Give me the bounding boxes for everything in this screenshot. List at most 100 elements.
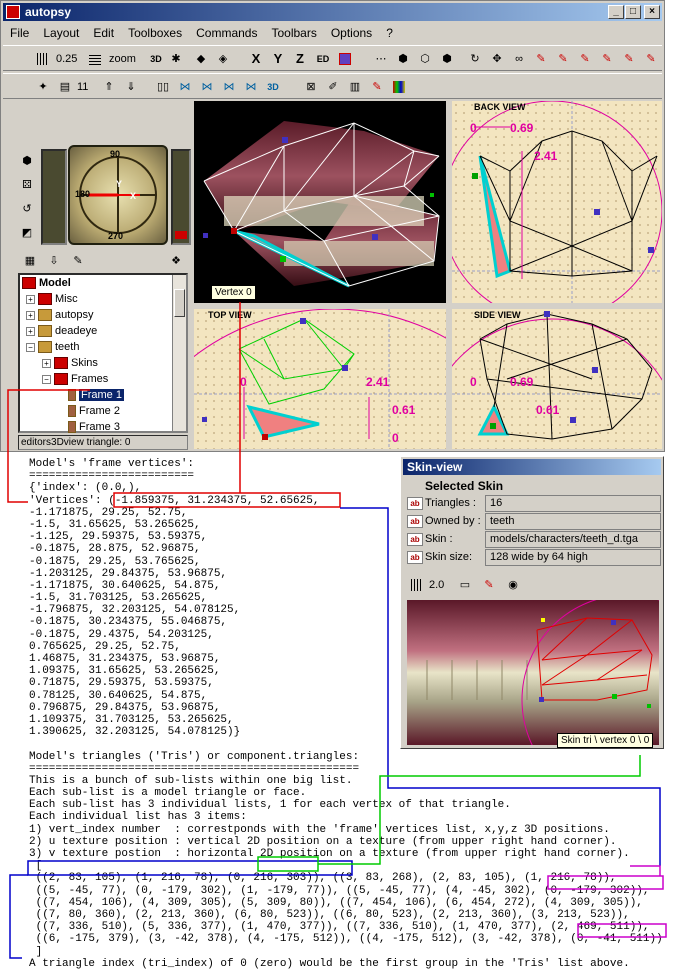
edit-tab-icon[interactable]: ✎	[68, 251, 88, 271]
skeleton-icon[interactable]: ⋈	[197, 77, 217, 97]
delete-icon[interactable]: ✎	[619, 49, 639, 69]
model-icon	[22, 277, 36, 290]
expand-icon[interactable]: +	[26, 310, 35, 320]
gear-icon[interactable]: ✱	[166, 49, 186, 69]
zoom-grid-icon[interactable]	[85, 49, 105, 69]
pencil-icon[interactable]: ✎	[367, 77, 387, 97]
menu-options[interactable]: Options	[324, 24, 379, 42]
close-button[interactable]: ×	[644, 5, 660, 19]
home-tab-icon[interactable]: ⇩	[44, 251, 64, 271]
3d-bone-icon[interactable]: 3D	[263, 77, 283, 97]
tree-node-frame-2[interactable]: Frame 2	[68, 405, 120, 418]
2d-icon[interactable]: ED	[313, 49, 333, 69]
menu-toolbars[interactable]: Toolbars	[264, 24, 323, 42]
zoom-slider-right[interactable]	[171, 149, 191, 245]
axis-x-button[interactable]: X	[246, 49, 266, 69]
skin-view-heading: Selected Skin	[425, 479, 504, 493]
axis-z-button[interactable]: Z	[290, 49, 310, 69]
merge-icon[interactable]: ✎	[531, 49, 551, 69]
tree-node-deadeye[interactable]: + deadeye	[26, 325, 97, 338]
compass-west: 180	[75, 189, 91, 199]
palette-icon[interactable]	[389, 77, 409, 97]
view-back[interactable]: BACK VIEW 0.69 2.41 0	[452, 101, 662, 303]
expand-icon[interactable]: +	[26, 326, 35, 336]
menu-edit[interactable]: Edit	[86, 24, 121, 42]
skin-texture-view[interactable]	[407, 600, 659, 745]
expand-icon[interactable]: +	[42, 358, 51, 368]
cube-icon[interactable]: ⬢	[393, 49, 413, 69]
maximize-button[interactable]: □	[625, 5, 641, 19]
3d-icon[interactable]: 3D	[146, 49, 166, 69]
cut-icon[interactable]: ✎	[641, 49, 661, 69]
cube-nav-icon[interactable]: ⬢	[17, 151, 37, 171]
book-icon[interactable]: ◈	[213, 49, 233, 69]
compass[interactable]: 90 180 270 Y X	[68, 145, 168, 245]
rotate-view-icon[interactable]: ↺	[17, 199, 37, 219]
monitor-icon[interactable]: ▭	[455, 575, 475, 595]
view-side[interactable]: SIDE VIEW 0.69 0.61 0	[452, 309, 662, 449]
cube-back-icon[interactable]: ◩	[17, 223, 37, 243]
view-3d[interactable]	[194, 101, 446, 303]
grid-icon[interactable]	[33, 49, 53, 69]
joint-icon[interactable]: ⋈	[219, 77, 239, 97]
skin-path-value[interactable]: models/characters/teeth_d.tga	[485, 531, 661, 548]
tree-node-frames[interactable]: − Frames	[42, 373, 108, 386]
frames-icon[interactable]: ▤	[55, 77, 75, 97]
rotate-icon[interactable]: ↻	[465, 49, 485, 69]
tree-scrollbar[interactable]	[172, 275, 186, 431]
tree-node-frame-1[interactable]: Frame 1	[68, 388, 125, 402]
link-icon[interactable]: ∞	[509, 49, 529, 69]
camera-icon[interactable]: ◆	[191, 49, 211, 69]
vertex-select-icon[interactable]: ⋯	[371, 49, 391, 69]
minimize-button[interactable]: _	[608, 5, 624, 19]
owned-by-value[interactable]: teeth	[485, 513, 661, 530]
weld-icon[interactable]: ✎	[597, 49, 617, 69]
tree-node-teeth[interactable]: − teeth	[26, 341, 79, 354]
options-tab-icon[interactable]: ❖	[166, 251, 186, 271]
arrow-up-icon[interactable]: ⇑	[99, 77, 119, 97]
menu-file[interactable]: File	[3, 24, 36, 42]
tree-node-model[interactable]: Model	[22, 277, 71, 290]
menu-layout[interactable]: Layout	[36, 24, 86, 42]
move-icon[interactable]: ✥	[487, 49, 507, 69]
model-tree: Model + Misc + autopsy + deadeye − teeth + Sk…	[18, 273, 188, 434]
frame-count: 11	[77, 81, 89, 93]
menu-commands[interactable]: Commands	[189, 24, 264, 42]
bone-icon[interactable]: ⋈	[175, 77, 195, 97]
tree-node-frame-3[interactable]: Frame 3	[68, 421, 120, 434]
menu-toolboxes[interactable]: Toolboxes	[121, 24, 189, 42]
animation-icon[interactable]: ✦	[33, 77, 53, 97]
tree-tab-icon[interactable]: ▦	[20, 251, 40, 271]
paint-icon[interactable]: ▥	[345, 77, 365, 97]
collapse-icon[interactable]: −	[42, 374, 51, 384]
app-window: autopsy _ □ × File Layout Edit Toolboxes Com…	[0, 0, 665, 452]
tree-node-skins[interactable]: + Skins	[42, 357, 98, 370]
collapse-icon[interactable]: −	[26, 342, 35, 352]
brush-icon[interactable]: ✐	[323, 77, 343, 97]
camera-icon[interactable]: ◉	[503, 575, 523, 595]
brush-icon[interactable]: ✎	[479, 575, 499, 595]
flip-icon[interactable]: ✎	[575, 49, 595, 69]
grid-icon[interactable]	[407, 575, 427, 595]
axis-y-button[interactable]: Y	[268, 49, 288, 69]
menu-help[interactable]: ?	[379, 24, 400, 42]
cube-solid-icon[interactable]: ⬢	[437, 49, 457, 69]
texture-icon[interactable]	[335, 49, 355, 69]
compass-y: Y	[116, 179, 123, 189]
triangles-value[interactable]: 16	[485, 495, 661, 512]
split-icon[interactable]: ✎	[553, 49, 573, 69]
tree-node-autopsy[interactable]: + autopsy	[26, 309, 94, 322]
pause-icon[interactable]: ▯▯	[153, 77, 173, 97]
scroll-thumb[interactable]	[174, 289, 185, 317]
skin-size-value[interactable]: 128 wide by 64 high	[485, 549, 661, 566]
arrow-down-icon[interactable]: ⇓	[121, 77, 141, 97]
expand-icon[interactable]: +	[26, 294, 35, 304]
cube-face-icon[interactable]: ⬡	[415, 49, 435, 69]
zoom-label[interactable]: zoom	[109, 53, 136, 65]
wireframe-icon[interactable]: ⊠	[301, 77, 321, 97]
tree-node-misc[interactable]: + Misc	[26, 293, 78, 306]
dice-icon[interactable]: ⚄	[17, 175, 37, 195]
zoom-slider-left[interactable]	[41, 149, 67, 245]
link-bone-icon[interactable]: ⋈	[241, 77, 261, 97]
view-top[interactable]: TOP VIEW 2.41 0.61 0 0	[194, 309, 446, 449]
